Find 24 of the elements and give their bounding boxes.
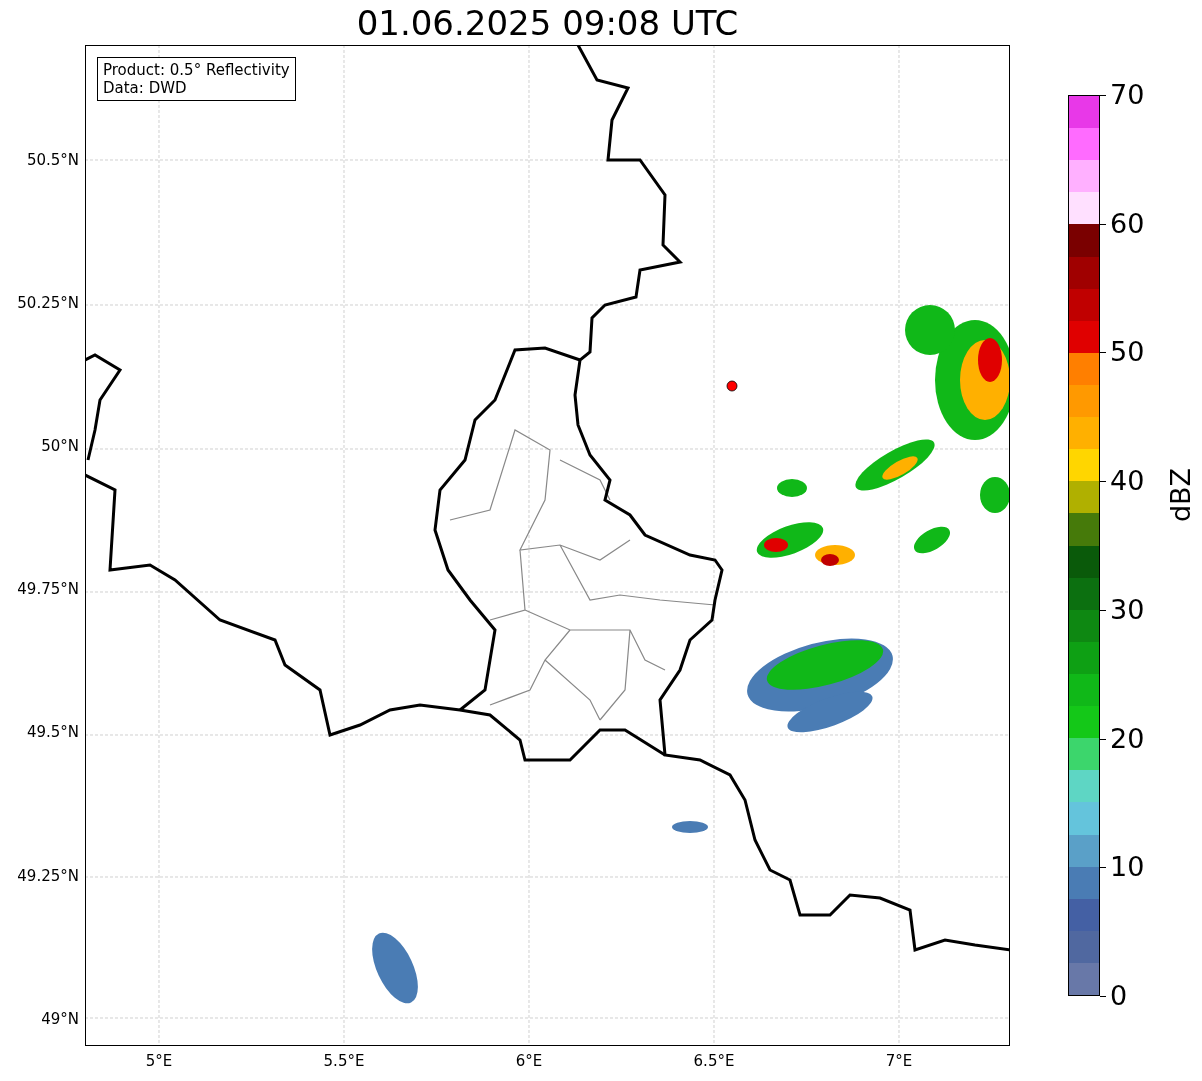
colorbar-tick-label: 70 [1110, 80, 1145, 110]
axis-tick-label: 7°E [885, 1052, 913, 1070]
axis-tick-label: 50.25°N [17, 294, 79, 313]
chart-title: 01.06.2025 09:08 UTC [356, 2, 739, 45]
axis-tick-label: 49.75°N [17, 580, 79, 599]
colorbar-tick-label: 40 [1110, 466, 1145, 497]
colorbar-tick-label: 20 [1110, 723, 1145, 754]
axis-tick-label: 49°N [41, 1009, 79, 1028]
axis-tick-label: 6.5°E [693, 1052, 735, 1070]
axis-tick-label: 49.5°N [26, 723, 79, 742]
legend-text: Product: 0.5° Reflectivity [103, 61, 290, 79]
axis-tick-label: 5°E [145, 1052, 173, 1070]
axis-tick-label: 50.5°N [26, 151, 79, 169]
axis-tick-label: 5.5°E [323, 1052, 365, 1070]
axis-tick-label: 49.25°N [17, 866, 79, 885]
legend-text: Data: DWD [103, 79, 188, 97]
colorbar-tick-label: 0 [1110, 981, 1128, 1011]
colorbar-tick-label: 30 [1110, 594, 1145, 625]
colorbar-tick-label: 50 [1110, 337, 1145, 368]
axis-tick-label: 6°E [515, 1052, 543, 1070]
colorbar-label: dBZ [1164, 467, 1196, 523]
colorbar-tick-label: 10 [1110, 852, 1145, 883]
colorbar-tick-label: 60 [1110, 208, 1145, 239]
axis-tick-label: 50°N [41, 437, 79, 456]
